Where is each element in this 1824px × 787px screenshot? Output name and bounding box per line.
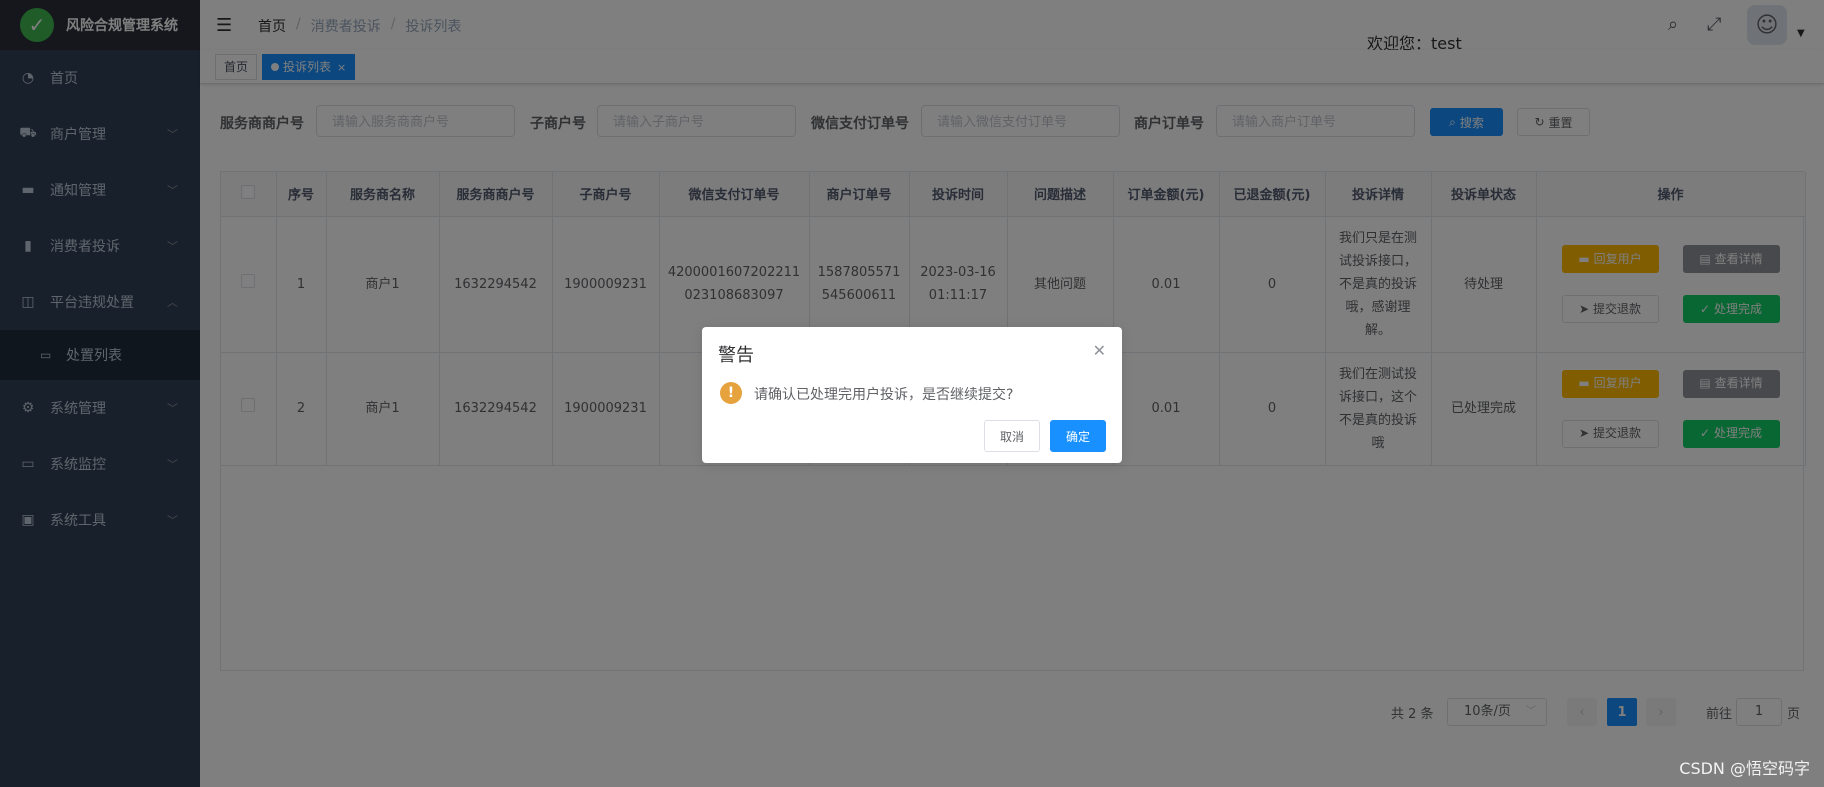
warning-icon: !: [720, 382, 742, 404]
watermark: CSDN @悟空码字: [1679, 759, 1810, 778]
dialog-title: 警告: [718, 345, 754, 366]
confirm-button[interactable]: 确定: [1050, 420, 1106, 452]
close-icon[interactable]: ✕: [1093, 341, 1106, 360]
warning-dialog: 警告 ✕ ! 请确认已处理完用户投诉，是否继续提交? 取消 确定: [702, 327, 1122, 463]
dialog-message: 请确认已处理完用户投诉，是否继续提交?: [754, 387, 1014, 403]
cancel-button[interactable]: 取消: [984, 420, 1040, 452]
